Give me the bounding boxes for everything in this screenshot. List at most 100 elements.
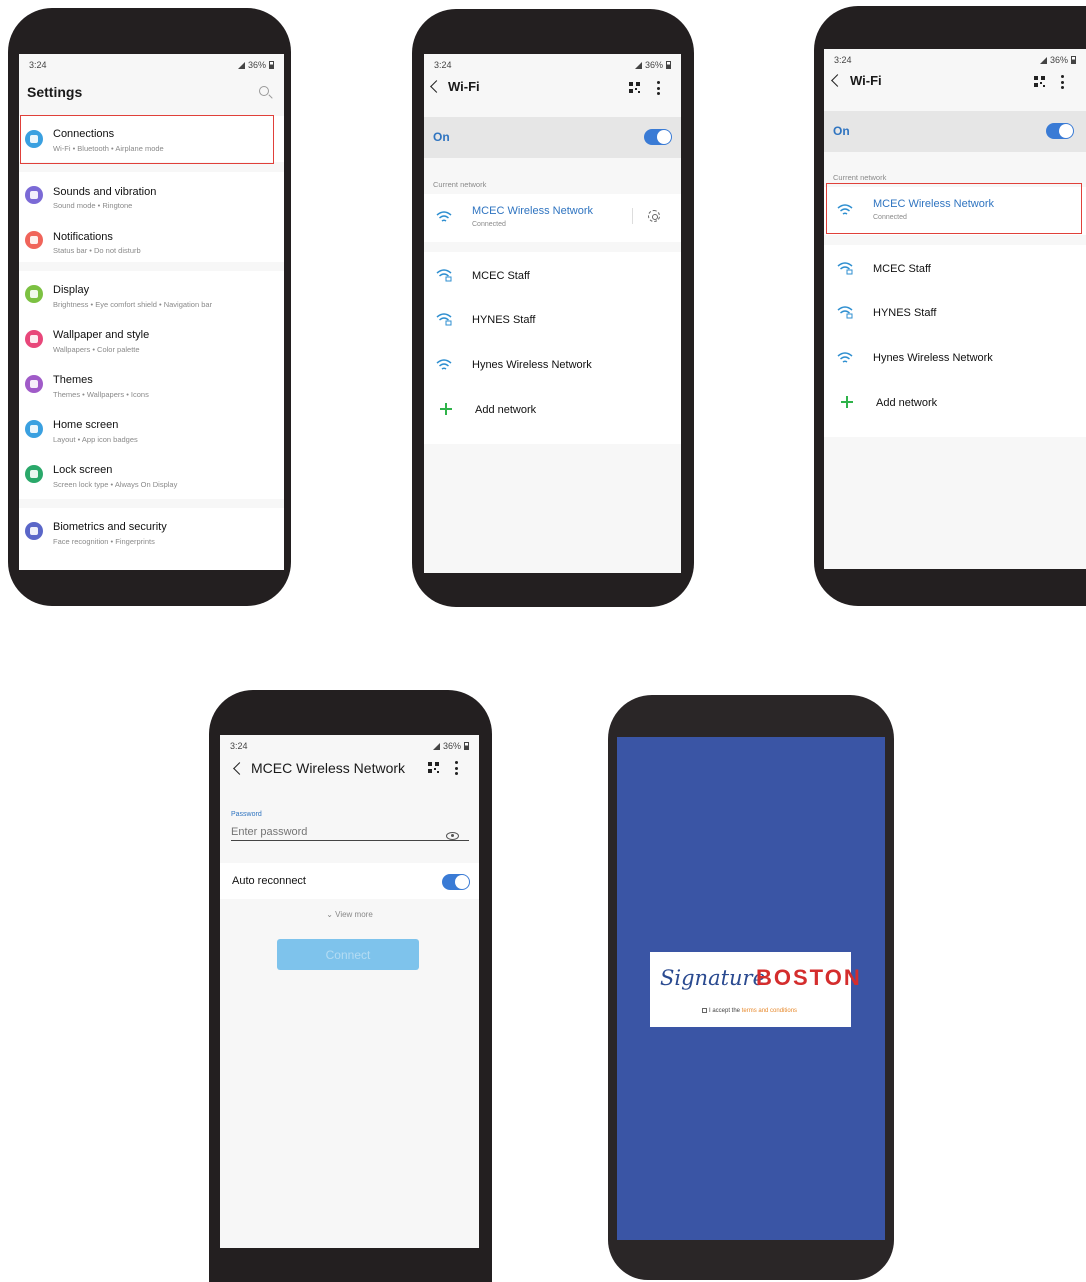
status-battery: 36% xyxy=(432,741,469,751)
settings-group-security: Biometrics and security Face recognition… xyxy=(19,508,284,570)
available-networks-card: MCEC Staff HYNES Staff Hynes Wireless Ne… xyxy=(424,252,681,444)
current-network-card[interactable]: MCEC Wireless Network Connected xyxy=(424,194,681,242)
settings-group-sound: Sounds and vibration Sound mode • Ringto… xyxy=(19,172,284,262)
status-bar: 3:24 36% xyxy=(19,54,284,74)
home-icon xyxy=(25,420,43,438)
wifi-toggle[interactable] xyxy=(1046,123,1074,139)
network-item-hynes-staff[interactable]: HYNES Staff xyxy=(424,297,681,342)
gear-icon[interactable] xyxy=(648,210,660,222)
available-networks-card: MCEC Staff HYNES Staff Hynes Wireless Ne… xyxy=(824,245,1086,437)
settings-item-sub: Wallpapers • Color palette xyxy=(53,345,140,354)
view-more-button[interactable]: ⌄ View more xyxy=(220,910,479,919)
settings-screen: 3:24 36% Settings Connections Wi-Fi • Bl… xyxy=(19,54,284,570)
themes-icon xyxy=(25,375,43,393)
network-name: HYNES Staff xyxy=(873,307,937,319)
battery-level: 36% xyxy=(247,60,266,70)
terms-link[interactable]: terms and conditions xyxy=(742,1008,797,1014)
qr-code-icon[interactable] xyxy=(629,82,640,93)
settings-item-label: Notifications xyxy=(53,231,113,243)
signal-icon xyxy=(237,61,245,69)
settings-item-biometrics[interactable]: Biometrics and security Face recognition… xyxy=(19,508,284,553)
network-name: Hynes Wireless Network xyxy=(472,359,592,371)
wifi-signal-icon xyxy=(436,359,452,370)
auto-reconnect-toggle[interactable] xyxy=(442,874,470,890)
back-icon[interactable] xyxy=(430,80,443,93)
search-icon[interactable] xyxy=(259,86,269,96)
add-network-button[interactable]: Add network xyxy=(424,387,681,432)
settings-item-label: Biometrics and security xyxy=(53,521,167,533)
current-network-status: Connected xyxy=(472,221,506,228)
settings-item-lock-screen[interactable]: Lock screen Screen lock type • Always On… xyxy=(19,451,284,496)
current-network-label: Current network xyxy=(433,180,487,189)
status-battery: 36% xyxy=(634,60,671,70)
network-item-hynes-wireless[interactable]: Hynes Wireless Network xyxy=(824,335,1086,380)
qr-code-icon[interactable] xyxy=(1034,76,1045,87)
settings-item-label: Display xyxy=(53,284,90,296)
more-options-icon[interactable] xyxy=(657,81,660,95)
wifi-master-toggle-row[interactable]: On xyxy=(824,111,1086,152)
wifi-screen: 3:24 36% Wi-Fi On Current network MCEC W… xyxy=(824,49,1086,569)
network-item-mcec-staff[interactable]: MCEC Staff xyxy=(824,245,1086,290)
settings-item-sub: Brightness • Eye comfort shield • Naviga… xyxy=(53,300,213,309)
add-network-label: Add network xyxy=(475,404,537,416)
wifi-lock-icon xyxy=(837,262,853,275)
accept-label: I accept the xyxy=(709,1008,742,1015)
status-bar: 3:24 36% xyxy=(424,54,681,74)
back-icon[interactable] xyxy=(831,74,844,87)
back-icon[interactable] xyxy=(233,762,246,775)
settings-item-label: Lock screen xyxy=(53,464,113,476)
add-network-button[interactable]: Add network xyxy=(824,380,1086,425)
qr-code-icon[interactable] xyxy=(428,762,439,773)
add-network-label: Add network xyxy=(876,397,938,409)
current-network-label: Current network xyxy=(833,173,887,182)
network-item-hynes-wireless[interactable]: Hynes Wireless Network xyxy=(424,342,681,387)
highlight-current-network xyxy=(826,183,1082,234)
status-bar: 3:24 36% xyxy=(824,49,1086,69)
portal-card: Signature BOSTON I accept the terms and … xyxy=(650,952,860,1027)
chevron-down-icon: ⌄ xyxy=(326,910,336,919)
settings-item-home-screen[interactable]: Home screen Layout • App icon badges xyxy=(19,406,284,451)
settings-item-sub: Status bar • Do not disturb xyxy=(53,246,141,255)
divider xyxy=(632,208,633,224)
network-name: Hynes Wireless Network xyxy=(873,352,993,364)
more-options-icon[interactable] xyxy=(455,761,458,775)
status-time: 3:24 xyxy=(434,60,452,70)
settings-item-label: Sounds and vibration xyxy=(53,186,157,198)
view-more-label: View more xyxy=(335,910,373,919)
terms-row[interactable]: I accept the terms and conditions xyxy=(702,1008,797,1014)
settings-group-display: Display Brightness • Eye comfort shield … xyxy=(19,271,284,499)
show-password-icon[interactable] xyxy=(446,832,459,840)
wifi-signal-icon xyxy=(837,352,853,363)
network-name: MCEC Staff xyxy=(472,270,530,282)
brand-name: BOSTON xyxy=(756,965,862,990)
network-item-mcec-staff[interactable]: MCEC Staff xyxy=(424,252,681,297)
battery-icon xyxy=(1071,56,1076,64)
accept-checkbox[interactable] xyxy=(702,1008,707,1013)
connect-button[interactable]: Connect xyxy=(277,939,419,970)
battery-icon xyxy=(464,742,469,750)
settings-item-label: Home screen xyxy=(53,419,119,431)
wifi-toggle[interactable] xyxy=(644,129,672,145)
phone-settings: 3:24 36% Settings Connections Wi-Fi • Bl… xyxy=(8,8,291,606)
settings-item-sounds[interactable]: Sounds and vibration Sound mode • Ringto… xyxy=(19,172,284,217)
password-label: Password xyxy=(231,811,262,818)
wifi-lock-icon xyxy=(837,306,853,319)
settings-item-sub: Screen lock type • Always On Display xyxy=(53,480,178,489)
battery-level: 36% xyxy=(442,741,461,751)
auto-reconnect-row[interactable]: Auto reconnect xyxy=(220,863,479,899)
shield-icon xyxy=(25,522,43,540)
signal-icon xyxy=(634,61,642,69)
settings-item-wallpaper[interactable]: Wallpaper and style Wallpapers • Color p… xyxy=(19,316,284,361)
settings-item-display[interactable]: Display Brightness • Eye comfort shield … xyxy=(19,271,284,316)
settings-item-themes[interactable]: Themes Themes • Wallpapers • Icons xyxy=(19,361,284,406)
volume-icon xyxy=(25,186,43,204)
settings-item-sub: Face recognition • Fingerprints xyxy=(53,537,155,546)
settings-item-sub: Themes • Wallpapers • Icons xyxy=(53,390,149,399)
password-input[interactable] xyxy=(231,823,469,841)
settings-item-notifications[interactable]: Notifications Status bar • Do not distur… xyxy=(19,217,284,262)
connect-screen: 3:24 36% MCEC Wireless Network Password … xyxy=(220,735,479,1248)
network-item-hynes-staff[interactable]: HYNES Staff xyxy=(824,290,1086,335)
wifi-master-toggle-row[interactable]: On xyxy=(424,117,681,158)
more-options-icon[interactable] xyxy=(1061,75,1064,89)
network-name: HYNES Staff xyxy=(472,314,536,326)
